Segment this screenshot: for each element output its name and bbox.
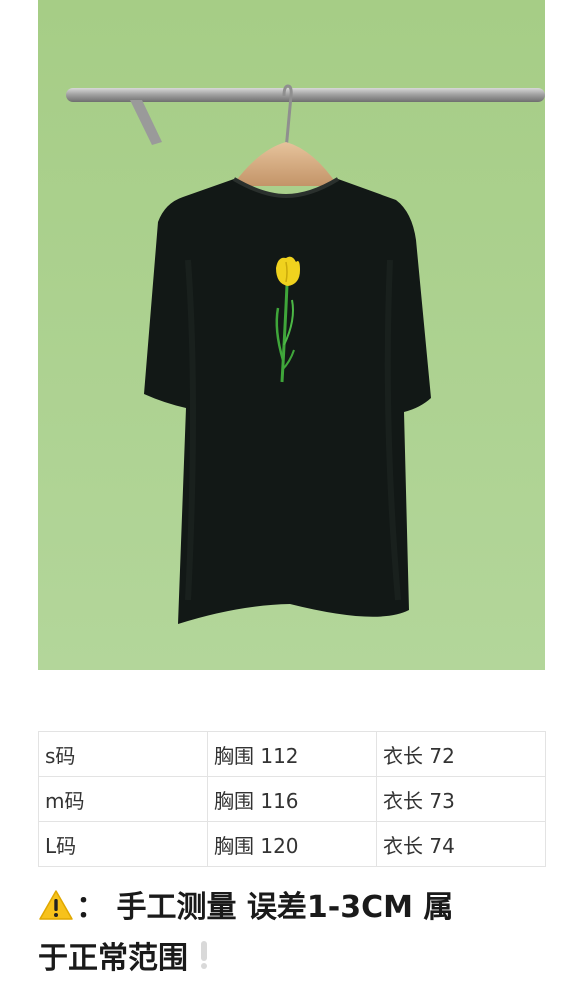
table-row: L码 胸围 120 衣长 74	[38, 821, 546, 867]
note-line2: 于正常范围	[38, 941, 188, 976]
length-cell: 衣长 72	[376, 731, 546, 777]
table-row: s码 胸围 112 衣长 72	[38, 731, 546, 777]
table-row: m码 胸围 116 衣长 73	[38, 776, 546, 822]
product-photo-svg	[38, 0, 545, 670]
size-table: s码 胸围 112 衣长 72 m码 胸围 116 衣长 73 L码 胸围 12…	[38, 731, 546, 867]
chest-cell: 胸围 116	[207, 776, 377, 822]
size-cell: m码	[38, 776, 208, 822]
note-line1: ： 手工测量 误差1-3CM 属	[76, 890, 454, 925]
length-cell: 衣长 74	[376, 821, 546, 867]
chest-cell: 胸围 120	[207, 821, 377, 867]
length-cell: 衣长 73	[376, 776, 546, 822]
clothes-rail	[66, 88, 545, 102]
measurement-note: ： 手工测量 误差1-3CM 属 于正常范围	[38, 884, 548, 985]
exclamation-icon	[198, 938, 210, 985]
size-cell: s码	[38, 731, 208, 777]
chest-cell: 胸围 112	[207, 731, 377, 777]
product-photo	[38, 0, 545, 670]
warning-icon	[38, 888, 74, 935]
size-cell: L码	[38, 821, 208, 867]
